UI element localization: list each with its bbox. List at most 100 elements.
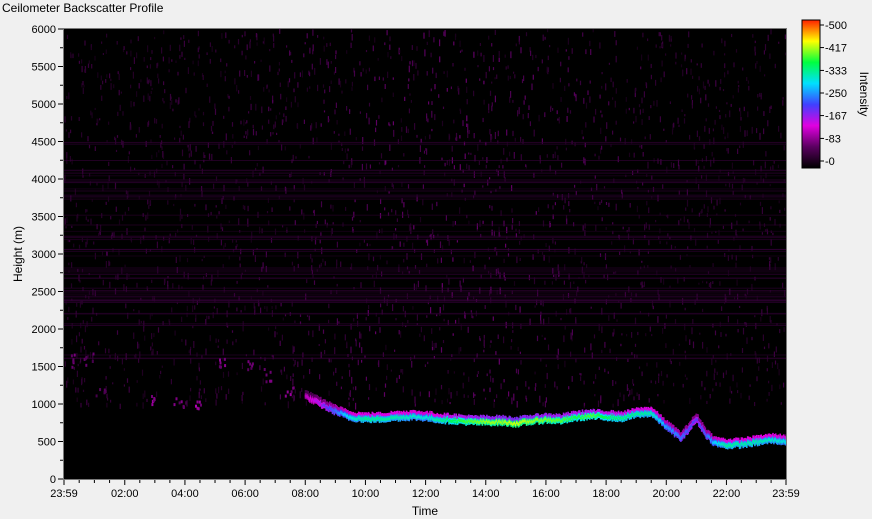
- noise-speck: [389, 36, 391, 42]
- noise-band: [64, 190, 786, 192]
- noise-speck: [352, 229, 354, 233]
- noise-speck: [102, 53, 104, 55]
- noise-speck: [777, 257, 779, 261]
- noise-speck: [246, 44, 248, 51]
- noise-speck: [767, 34, 769, 41]
- noise-speck: [510, 346, 512, 350]
- noise-speck: [94, 290, 96, 297]
- noise-speck: [484, 264, 486, 270]
- noise-speck: [170, 378, 172, 385]
- noise-band: [64, 301, 786, 303]
- colorbar-tick-label: -167: [825, 111, 847, 123]
- noise-speck: [451, 291, 453, 298]
- noise-speck: [601, 349, 603, 354]
- noise-speck: [361, 359, 363, 363]
- noise-speck: [365, 163, 368, 170]
- noise-speck: [605, 136, 607, 142]
- noise-band: [64, 181, 786, 183]
- plot-area: [63, 28, 787, 480]
- noise-speck: [409, 93, 411, 96]
- noise-speck: [290, 101, 292, 108]
- noise-speck: [130, 50, 132, 57]
- noise-speck: [575, 317, 577, 323]
- noise-speck: [308, 70, 310, 75]
- noise-speck: [661, 43, 663, 48]
- noise-speck: [198, 54, 200, 59]
- noise-speck: [629, 389, 631, 396]
- noise-speck: [457, 85, 459, 92]
- noise-speck: [642, 32, 644, 38]
- cloud-blob: [265, 373, 268, 377]
- noise-band: [64, 195, 786, 197]
- noise-speck: [718, 345, 720, 349]
- noise-speck: [151, 154, 153, 159]
- noise-speck: [763, 111, 765, 116]
- noise-speck: [350, 346, 352, 354]
- noise-speck: [386, 260, 388, 265]
- noise-speck: [629, 203, 631, 208]
- noise-speck: [382, 77, 384, 81]
- noise-speck: [268, 119, 270, 124]
- noise-speck: [299, 144, 301, 149]
- noise-speck: [746, 337, 748, 344]
- noise-speck: [72, 379, 74, 385]
- noise-speck: [304, 42, 306, 45]
- noise-speck: [601, 217, 603, 222]
- noise-band: [64, 224, 786, 226]
- noise-speck: [329, 42, 331, 47]
- noise-speck: [202, 75, 204, 80]
- noise-speck: [752, 34, 754, 38]
- noise-speck: [488, 35, 490, 40]
- noise-speck: [368, 102, 371, 107]
- noise-speck: [770, 166, 772, 170]
- noise-speck: [690, 68, 692, 75]
- noise-speck: [414, 123, 416, 130]
- noise-speck: [463, 372, 465, 376]
- noise-speck: [509, 75, 511, 80]
- noise-speck: [252, 128, 255, 136]
- noise-speck: [195, 145, 197, 152]
- cloud-blob: [200, 403, 202, 407]
- noise-speck: [485, 71, 487, 79]
- noise-speck: [598, 155, 600, 160]
- noise-speck: [782, 97, 784, 100]
- noise-speck: [224, 242, 226, 247]
- noise-band: [64, 323, 786, 325]
- noise-speck: [707, 79, 709, 84]
- noise-speck: [276, 132, 278, 135]
- noise-speck: [330, 80, 332, 84]
- noise-speck: [600, 127, 602, 134]
- noise-speck: [78, 332, 80, 337]
- noise-speck: [606, 122, 608, 129]
- noise-speck: [431, 101, 433, 105]
- noise-speck: [731, 222, 733, 230]
- noise-speck: [210, 125, 213, 132]
- noise-speck: [601, 85, 603, 89]
- noise-speck: [285, 115, 287, 122]
- noise-speck: [580, 373, 582, 376]
- noise-speck: [78, 117, 80, 121]
- noise-speck: [407, 128, 409, 134]
- noise-speck: [189, 349, 191, 356]
- layer-halo: [697, 414, 699, 418]
- noise-speck: [286, 97, 288, 102]
- noise-speck: [368, 117, 370, 125]
- noise-speck: [470, 310, 472, 313]
- noise-speck: [238, 218, 240, 225]
- noise-speck: [181, 316, 183, 322]
- noise-speck: [353, 318, 355, 322]
- noise-speck: [507, 65, 509, 69]
- noise-speck: [585, 122, 587, 128]
- x-tick-label: 04:00: [171, 488, 199, 500]
- noise-speck: [423, 150, 426, 154]
- noise-speck: [680, 64, 683, 68]
- noise-speck: [119, 104, 121, 111]
- noise-speck: [367, 309, 369, 316]
- noise-speck: [506, 226, 508, 234]
- noise-speck: [579, 372, 581, 375]
- noise-speck: [441, 283, 443, 288]
- noise-speck: [513, 281, 516, 286]
- layer-halo: [672, 425, 675, 428]
- noise-speck: [263, 87, 265, 92]
- noise-band: [64, 160, 786, 161]
